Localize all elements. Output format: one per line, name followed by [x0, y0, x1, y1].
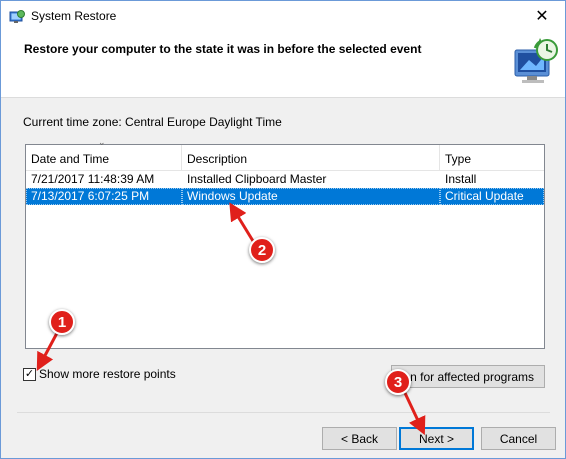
system-restore-icon: [9, 10, 25, 23]
cancel-button[interactable]: Cancel: [481, 427, 556, 450]
cell-type: Install: [445, 172, 477, 186]
page-title: Restore your computer to the state it wa…: [24, 42, 422, 56]
restore-points-list[interactable]: ⌄ Date and Time Description Type 7/21/20…: [25, 137, 545, 349]
show-more-restore-points[interactable]: ✓ Show more restore points: [23, 367, 176, 381]
system-restore-window: System Restore ✕ Restore your computer t…: [0, 0, 566, 459]
column-header-description[interactable]: Description: [182, 145, 440, 171]
table-row[interactable]: 7/21/2017 11:48:39 AM Installed Clipboar…: [26, 171, 544, 188]
window-title: System Restore: [31, 9, 117, 23]
column-label: Type: [445, 152, 472, 166]
computer-clock-icon: [514, 38, 558, 83]
close-icon: ✕: [535, 8, 549, 25]
timezone-label: Current time zone: Central Europe Daylig…: [23, 115, 282, 129]
title-bar: System Restore ✕: [1, 1, 565, 32]
cell-description: Windows Update: [182, 188, 440, 205]
next-button[interactable]: Next >: [399, 427, 474, 450]
column-header-date[interactable]: ⌄ Date and Time: [26, 137, 182, 171]
table-row-selected[interactable]: 7/13/2017 6:07:25 PM Windows Update Crit…: [26, 188, 544, 205]
cell-datetime: 7/13/2017 6:07:25 PM: [26, 188, 182, 205]
column-label: Date and Time: [31, 152, 110, 166]
callout-marker-1: 1: [49, 309, 75, 335]
wizard-header: Restore your computer to the state it wa…: [1, 32, 565, 98]
list-rows: 7/21/2017 11:48:39 AM Installed Clipboar…: [26, 171, 544, 205]
show-more-label[interactable]: Show more restore points: [39, 367, 176, 381]
cell-description: Installed Clipboard Master: [187, 172, 327, 186]
cell-type: Critical Update: [440, 188, 544, 205]
show-more-checkbox[interactable]: ✓: [23, 367, 36, 381]
column-header-type[interactable]: Type: [440, 145, 544, 171]
column-label: Description: [187, 152, 248, 166]
list-header: ⌄ Date and Time Description Type: [26, 137, 544, 171]
callout-marker-3: 3: [385, 369, 411, 395]
callout-marker-2: 2: [249, 237, 275, 263]
divider: [17, 412, 550, 413]
back-button[interactable]: < Back: [322, 427, 397, 450]
cell-datetime: 7/21/2017 11:48:39 AM: [31, 172, 155, 186]
close-button[interactable]: ✕: [519, 1, 565, 31]
scan-affected-programs-button[interactable]: an for affected programs: [391, 365, 545, 388]
arrow-3: [403, 392, 426, 436]
sort-chevron-icon: ⌄: [98, 137, 106, 147]
checkmark-icon: ✓: [24, 367, 35, 380]
